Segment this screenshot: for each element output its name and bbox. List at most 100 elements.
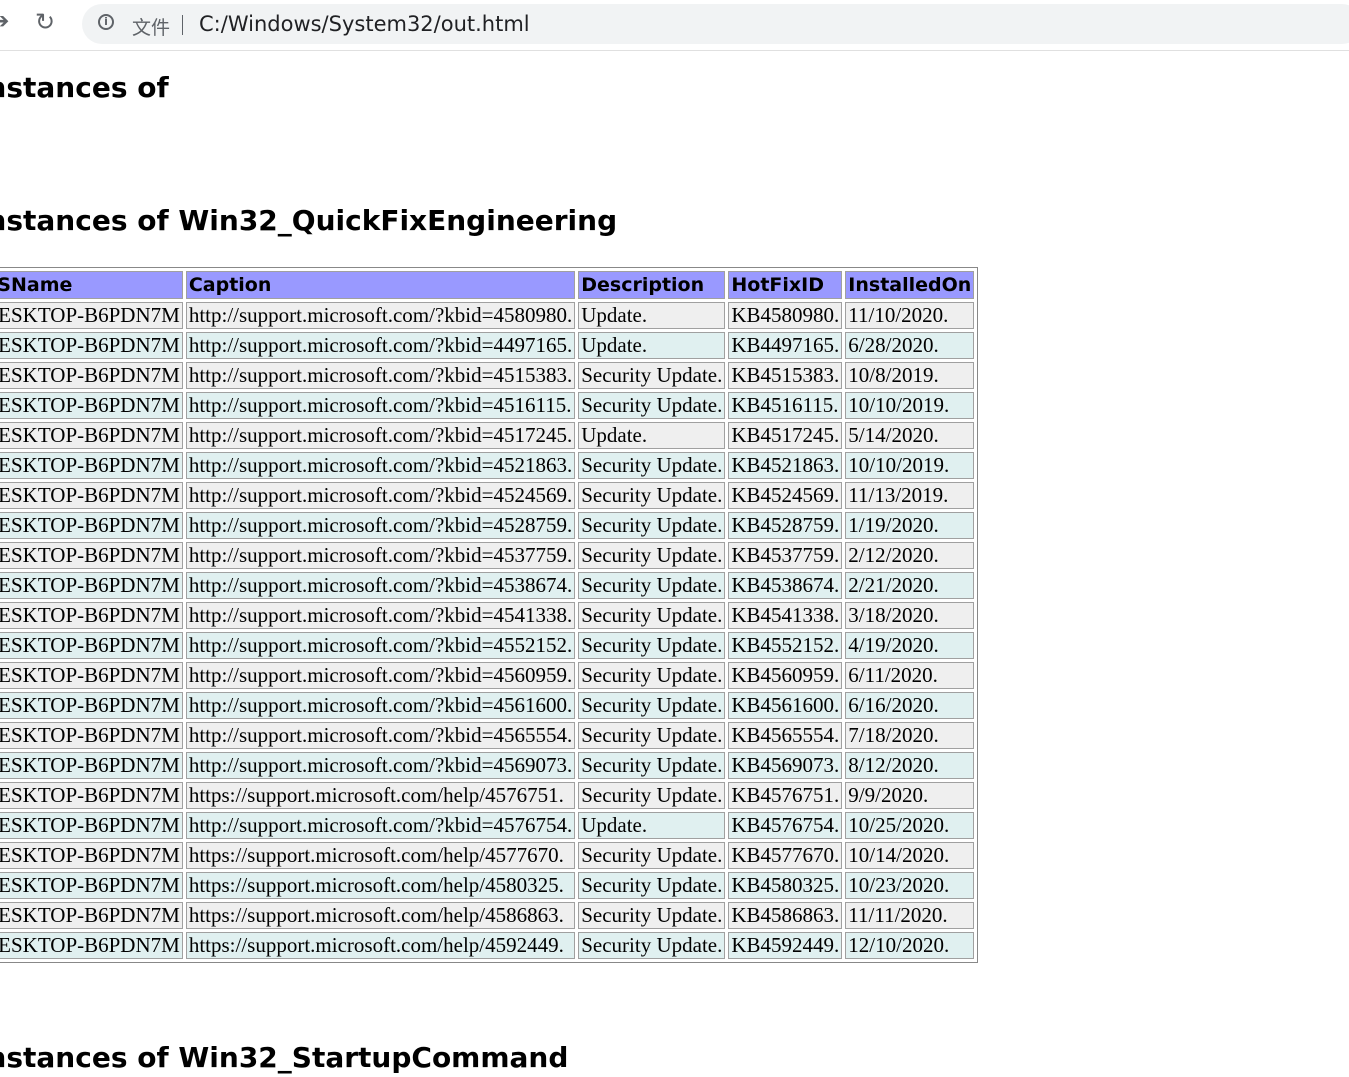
reload-icon[interactable]: ↻ xyxy=(35,8,55,36)
cell-description: Security Update. xyxy=(578,662,726,689)
cell-hotfixid: KB4517245. xyxy=(728,422,843,449)
cell-hotfixid: KB4576751. xyxy=(728,782,843,809)
cell-description: Security Update. xyxy=(578,482,726,509)
cell-csname: DESKTOP-B6PDN7M xyxy=(0,812,183,839)
cell-caption: https://support.microsoft.com/help/45803… xyxy=(185,872,576,899)
address-bar[interactable]: i 文件 C:/Windows/System32/out.html xyxy=(82,4,1349,44)
table-row: DESKTOP-B6PDN7M http://support.microsoft.… xyxy=(0,602,975,629)
cell-hotfixid: KB4497165. xyxy=(728,332,843,359)
table-row: DESKTOP-B6PDN7M https://support.microsoft… xyxy=(0,902,975,929)
cell-csname: DESKTOP-B6PDN7M xyxy=(0,392,183,419)
cell-description: Security Update. xyxy=(578,602,726,629)
cell-caption: http://support.microsoft.com/?kbid=44971… xyxy=(185,332,576,359)
column-header-caption: Caption xyxy=(185,271,576,299)
table-row: DESKTOP-B6PDN7M http://support.microsoft.… xyxy=(0,332,975,359)
cell-caption: http://support.microsoft.com/?kbid=45245… xyxy=(185,482,576,509)
cell-hotfixid: KB4576754. xyxy=(728,812,843,839)
table-row: DESKTOP-B6PDN7M http://support.microsoft.… xyxy=(0,722,975,749)
column-header-csname: CSName xyxy=(0,271,183,299)
cell-description: Security Update. xyxy=(578,692,726,719)
cell-caption: http://support.microsoft.com/?kbid=45767… xyxy=(185,812,576,839)
cell-caption: http://support.microsoft.com/?kbid=45655… xyxy=(185,722,576,749)
cell-csname: DESKTOP-B6PDN7M xyxy=(0,482,183,509)
cell-hotfixid: KB4528759. xyxy=(728,512,843,539)
cell-description: Security Update. xyxy=(578,932,726,959)
cell-hotfixid: KB4537759. xyxy=(728,542,843,569)
cell-installedon: 11/10/2020. xyxy=(845,302,975,329)
cell-hotfixid: KB4521863. xyxy=(728,452,843,479)
column-header-hotfixid: HotFixID xyxy=(728,271,843,299)
cell-caption: http://support.microsoft.com/?kbid=45690… xyxy=(185,752,576,779)
cell-installedon: 10/14/2020. xyxy=(845,842,975,869)
cell-installedon: 6/16/2020. xyxy=(845,692,975,719)
url-text[interactable]: C:/Windows/System32/out.html xyxy=(199,12,530,36)
cell-csname: DESKTOP-B6PDN7M xyxy=(0,332,183,359)
cell-csname: DESKTOP-B6PDN7M xyxy=(0,662,183,689)
cell-description: Security Update. xyxy=(578,362,726,389)
cell-description: Security Update. xyxy=(578,392,726,419)
cell-caption: http://support.microsoft.com/?kbid=45386… xyxy=(185,572,576,599)
column-header-description: Description xyxy=(578,271,726,299)
browser-toolbar: ➔ ↻ i 文件 C:/Windows/System32/out.html xyxy=(0,0,1349,51)
site-info-label[interactable]: 文件 xyxy=(132,13,170,40)
table-row: DESKTOP-B6PDN7M http://support.microsoft.… xyxy=(0,362,975,389)
cell-installedon: 5/14/2020. xyxy=(845,422,975,449)
cell-hotfixid: KB4515383. xyxy=(728,362,843,389)
table-row: DESKTOP-B6PDN7M http://support.microsoft.… xyxy=(0,422,975,449)
cell-hotfixid: KB4516115. xyxy=(728,392,843,419)
table-row: DESKTOP-B6PDN7M http://support.microsoft.… xyxy=(0,392,975,419)
table-row: DESKTOP-B6PDN7M http://support.microsoft.… xyxy=(0,632,975,659)
cell-description: Update. xyxy=(578,302,726,329)
cell-caption: http://support.microsoft.com/?kbid=45809… xyxy=(185,302,576,329)
cell-description: Security Update. xyxy=(578,452,726,479)
cell-description: Security Update. xyxy=(578,572,726,599)
cell-installedon: 4/19/2020. xyxy=(845,632,975,659)
table-body: DESKTOP-B6PDN7M http://support.microsoft.… xyxy=(0,302,975,959)
table-row: DESKTOP-B6PDN7M http://support.microsoft.… xyxy=(0,752,975,779)
cell-caption: http://support.microsoft.com/?kbid=45609… xyxy=(185,662,576,689)
table-row: DESKTOP-B6PDN7M http://support.microsoft.… xyxy=(0,662,975,689)
cell-description: Update. xyxy=(578,422,726,449)
table-row: DESKTOP-B6PDN7M https://support.microsoft… xyxy=(0,932,975,959)
table-row: DESKTOP-B6PDN7M https://support.microsoft… xyxy=(0,782,975,809)
table-row: DESKTOP-B6PDN7M http://support.microsoft.… xyxy=(0,572,975,599)
table-header-row: CSName Caption Description HotFixID Inst… xyxy=(0,271,975,299)
heading-instances: Instances of xyxy=(0,71,169,104)
cell-csname: DESKTOP-B6PDN7M xyxy=(0,722,183,749)
cell-description: Update. xyxy=(578,812,726,839)
cell-installedon: 10/23/2020. xyxy=(845,872,975,899)
cell-caption: http://support.microsoft.com/?kbid=45413… xyxy=(185,602,576,629)
cell-hotfixid: KB4577670. xyxy=(728,842,843,869)
cell-caption: https://support.microsoft.com/help/45776… xyxy=(185,842,576,869)
cell-hotfixid: KB4580325. xyxy=(728,872,843,899)
cell-installedon: 6/11/2020. xyxy=(845,662,975,689)
cell-csname: DESKTOP-B6PDN7M xyxy=(0,422,183,449)
cell-installedon: 7/18/2020. xyxy=(845,722,975,749)
cell-installedon: 11/11/2020. xyxy=(845,902,975,929)
cell-caption: http://support.microsoft.com/?kbid=45172… xyxy=(185,422,576,449)
cell-csname: DESKTOP-B6PDN7M xyxy=(0,542,183,569)
cell-hotfixid: KB4541338. xyxy=(728,602,843,629)
cell-description: Security Update. xyxy=(578,782,726,809)
cell-csname: DESKTOP-B6PDN7M xyxy=(0,452,183,479)
column-header-installedon: InstalledOn xyxy=(845,271,975,299)
cell-csname: DESKTOP-B6PDN7M xyxy=(0,602,183,629)
table-row: DESKTOP-B6PDN7M https://support.microsoft… xyxy=(0,872,975,899)
cell-csname: DESKTOP-B6PDN7M xyxy=(0,512,183,539)
cell-caption: http://support.microsoft.com/?kbid=45377… xyxy=(185,542,576,569)
cell-caption: https://support.microsoft.com/help/45767… xyxy=(185,782,576,809)
cell-hotfixid: KB4560959. xyxy=(728,662,843,689)
cell-hotfixid: KB4580980. xyxy=(728,302,843,329)
cell-csname: DESKTOP-B6PDN7M xyxy=(0,902,183,929)
cell-installedon: 11/13/2019. xyxy=(845,482,975,509)
cell-caption: http://support.microsoft.com/?kbid=45218… xyxy=(185,452,576,479)
cell-caption: http://support.microsoft.com/?kbid=45287… xyxy=(185,512,576,539)
info-icon[interactable]: i xyxy=(98,14,114,30)
cell-hotfixid: KB4538674. xyxy=(728,572,843,599)
forward-icon[interactable]: ➔ xyxy=(0,9,9,34)
cell-installedon: 10/10/2019. xyxy=(845,452,975,479)
cell-csname: DESKTOP-B6PDN7M xyxy=(0,362,183,389)
cell-hotfixid: KB4561600. xyxy=(728,692,843,719)
cell-hotfixid: KB4586863. xyxy=(728,902,843,929)
heading-startup: Instances of Win32_StartupCommand xyxy=(0,1041,569,1074)
